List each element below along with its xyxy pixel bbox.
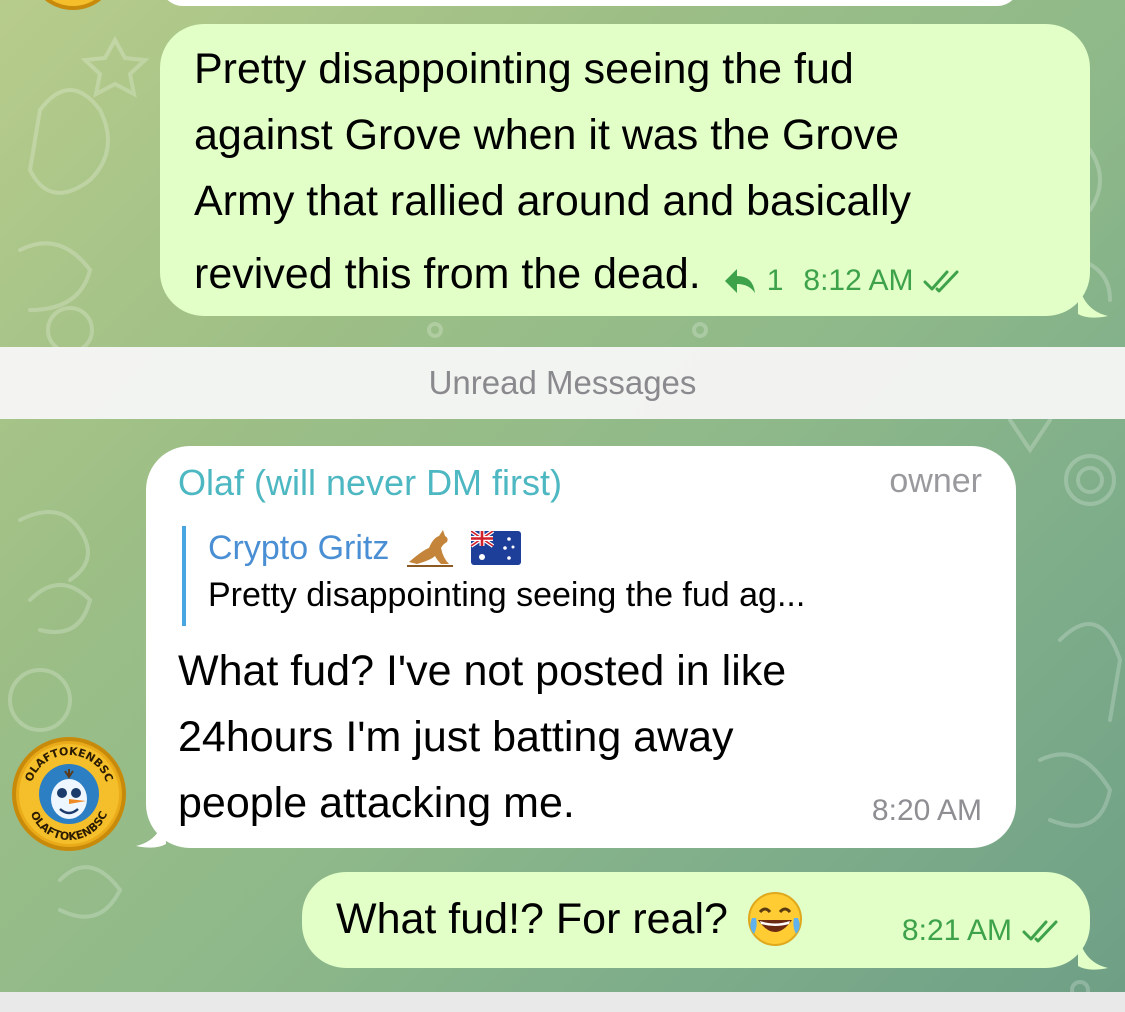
laughing-emoji [746, 890, 804, 948]
unread-label: Unread Messages [428, 364, 697, 401]
reply-author: Crypto Gritz [208, 529, 390, 567]
outgoing-message-1[interactable]: Pretty disappointing seeing the fud agai… [160, 24, 1090, 316]
reply-header: Crypto Gritz [208, 526, 992, 570]
sender-name[interactable]: Olaf (will never DM first) [178, 462, 562, 504]
message-meta: 1 8:12 AM [723, 248, 964, 314]
previous-message-edge [160, 0, 1020, 6]
message-text: Pretty disappointing seeing the fud agai… [194, 36, 1074, 314]
avatar-image: OLAFTOKENBSC OLAFTOKENBSC [19, 744, 119, 844]
double-check-icon [923, 268, 963, 294]
message-line: Army that rallied around and basically [194, 177, 912, 225]
message-line: revived this from the dead. [194, 250, 701, 298]
double-check-icon [1022, 918, 1062, 944]
bottom-divider [0, 992, 1125, 1012]
message-time: 8:21 AM [901, 914, 1012, 947]
outgoing-message-2[interactable]: What fud!? For real? 8:21 AM [302, 872, 1090, 968]
incoming-message[interactable]: Olaf (will never DM first) owner Crypto … [146, 446, 1016, 848]
sender-avatar[interactable]: OLAFTOKENBSC OLAFTOKENBSC [12, 737, 126, 851]
reply-preview: Pretty disappointing seeing the fud ag..… [208, 576, 806, 614]
bubble-tail [1078, 280, 1108, 318]
bubble-tail [136, 810, 166, 848]
message-time: 8:12 AM [803, 264, 914, 297]
message-line: against Grove when it was the Grove [194, 111, 900, 159]
message-time: 8:20 AM [871, 794, 982, 827]
message-line: 24hours I'm just batting away [178, 713, 734, 761]
owner-badge: owner [889, 462, 982, 500]
kangaroo-emoji [403, 528, 457, 568]
message-line: What fud? I've not posted in like [178, 647, 787, 695]
message-text: What fud!? For real? [336, 895, 728, 943]
message-line: Pretty disappointing seeing the fud [194, 45, 854, 93]
previous-avatar-edge [28, 0, 118, 10]
bubble-tail [1078, 932, 1108, 970]
australia-flag-emoji [471, 531, 522, 565]
reply-arrow-icon[interactable] [723, 267, 757, 295]
reply-count[interactable]: 1 [767, 248, 784, 314]
unread-separator: Unread Messages [0, 347, 1125, 419]
message-meta: 8:21 AM [902, 914, 1062, 948]
reply-quote[interactable]: Crypto Gritz Pretty disappointing seeing… [182, 526, 992, 626]
